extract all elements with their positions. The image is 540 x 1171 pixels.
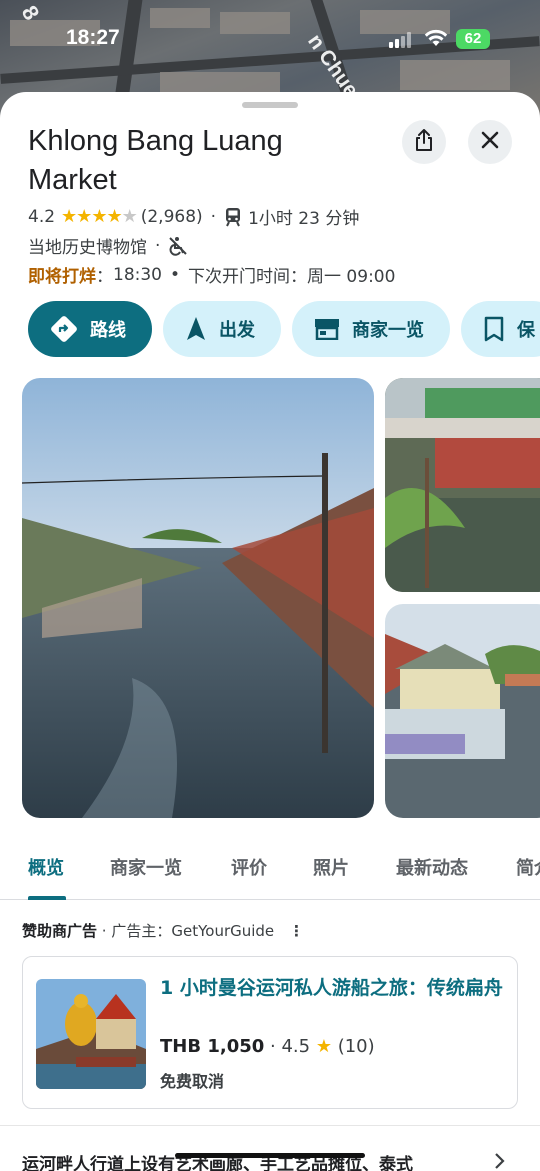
cellular-signal-icon	[389, 32, 411, 52]
separator-dot: ·	[270, 1036, 282, 1057]
storefront-icon	[314, 318, 340, 340]
place-sheet: Khlong Bang Luang Market 4.2 ★★★★★ (2,96…	[0, 92, 540, 1171]
place-tabs: 概览 商家一览 评价 照片 最新动态 简介	[0, 842, 540, 900]
tab-updates[interactable]: 最新动态	[396, 854, 468, 880]
tab-overview[interactable]: 概览	[28, 854, 64, 880]
directory-button[interactable]: 商家一览	[292, 301, 450, 357]
closing-time: 18:30	[113, 264, 162, 285]
place-category: 当地历史博物馆	[28, 238, 147, 258]
save-button[interactable]: 保	[461, 301, 540, 357]
separator-dot: ·	[210, 206, 217, 227]
ad-price-row: THB 1,050 · 4.5 ★ (10)	[160, 1036, 375, 1057]
share-icon	[414, 129, 434, 155]
share-button[interactable]	[402, 120, 446, 164]
advertiser-name: GetYourGuide	[171, 922, 275, 940]
ad-rating: 4.5	[281, 1036, 311, 1057]
more-options-icon[interactable]: ⋮	[289, 922, 304, 940]
colon: ：	[96, 267, 113, 287]
advertiser-prefix: 广告主：	[111, 922, 172, 940]
start-button[interactable]: 出发	[163, 301, 281, 357]
photo-secondary-2[interactable]	[385, 604, 540, 818]
not-wheelchair-accessible-icon	[168, 236, 188, 256]
wifi-icon	[424, 29, 448, 51]
action-chips: 路线 出发 商家一览 保	[28, 301, 540, 357]
rating-stars: ★★★★★	[61, 206, 138, 227]
save-label: 保	[517, 320, 535, 341]
ad-title[interactable]: 1 小时曼谷运河私人游船之旅：传统扁舟	[160, 975, 510, 1001]
closing-soon-label: 即将打烊	[28, 267, 96, 287]
directory-label: 商家一览	[352, 320, 424, 341]
ad-price: THB 1,050	[160, 1036, 265, 1057]
close-icon	[481, 131, 499, 153]
hours-row[interactable]: 即将打烊 ： 18:30 • 下次开门时间：周一 09:00	[28, 262, 396, 288]
section-divider	[0, 1125, 540, 1126]
review-count: (2,968)	[140, 206, 203, 227]
place-title: Khlong Bang Luang Market	[28, 125, 283, 196]
next-open: 下次开门时间：周一 09:00	[188, 267, 396, 287]
category-row: 当地历史博物馆 ·	[28, 233, 188, 258]
sponsored-row: 赞助商广告 · 广告主：GetYourGuide ⋮	[22, 920, 304, 941]
directions-icon	[50, 315, 78, 343]
start-label: 出发	[219, 320, 255, 341]
transit-time: 1小时 23 分钟	[248, 209, 360, 229]
star-icon: ★	[315, 1036, 332, 1057]
status-bar: 18:27 62	[0, 24, 540, 58]
separator-dot: ·	[155, 235, 161, 256]
separator-dot: •	[170, 264, 181, 285]
separator-dot: ·	[101, 922, 112, 940]
battery-indicator: 62	[456, 29, 490, 49]
tab-photos[interactable]: 照片	[313, 854, 349, 880]
tab-directory[interactable]: 商家一览	[110, 854, 182, 880]
close-button[interactable]	[468, 120, 512, 164]
rating-value: 4.2	[28, 206, 56, 227]
rating-row[interactable]: 4.2 ★★★★★ (2,968) · 1小时 23 分钟	[28, 204, 359, 229]
directions-button[interactable]: 路线	[28, 301, 152, 357]
navigation-arrow-icon	[185, 316, 207, 342]
active-tab-indicator	[28, 896, 66, 900]
chevron-right-icon[interactable]	[494, 1152, 506, 1171]
tab-about[interactable]: 简介	[516, 854, 540, 880]
train-icon	[224, 207, 242, 227]
home-indicator	[175, 1153, 365, 1158]
directions-label: 路线	[90, 320, 126, 341]
ad-review-count: (10)	[337, 1036, 375, 1057]
drag-handle[interactable]	[242, 102, 298, 108]
tab-reviews[interactable]: 评价	[231, 854, 267, 880]
status-time: 18:27	[66, 26, 120, 49]
photo-secondary-1[interactable]	[385, 378, 540, 592]
ad-cancellation: 免费取消	[160, 1072, 225, 1091]
sponsored-label: 赞助商广告	[22, 922, 98, 940]
sponsored-card[interactable]: 1 小时曼谷运河私人游船之旅：传统扁舟 THB 1,050 · 4.5 ★ (1…	[22, 956, 518, 1109]
bookmark-icon	[483, 316, 505, 342]
ad-thumbnail	[36, 979, 146, 1089]
photo-main[interactable]	[22, 378, 374, 818]
